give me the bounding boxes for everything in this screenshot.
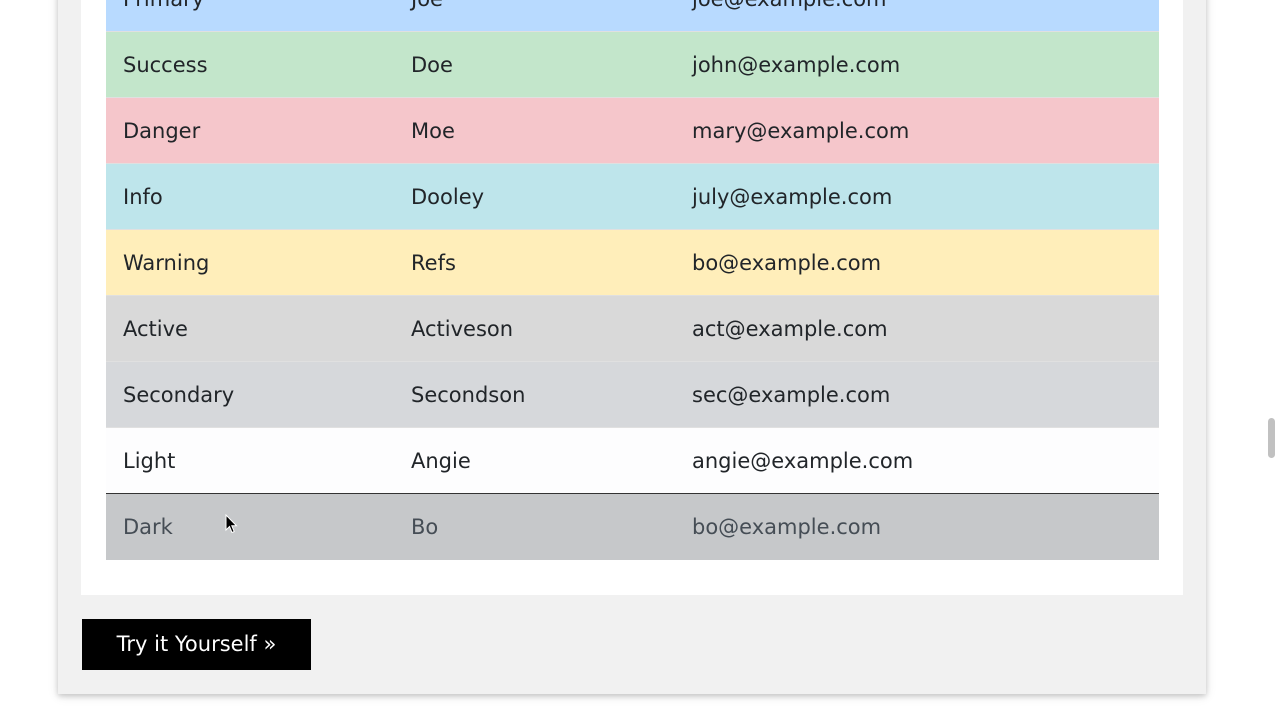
- page: PrimaryJoejoe@example.comSuccessDoejohn@…: [0, 0, 1280, 720]
- table-cell-name: Moe: [394, 97, 675, 164]
- table-row-success: Success Doe john@example.com: [106, 31, 1159, 98]
- table-cell-class: Light: [106, 427, 394, 494]
- table-cell-name: Bo: [411, 515, 439, 539]
- table-cell-email: joe@example.com: [675, 0, 1159, 32]
- table-row-danger: Danger Moe mary@example.com: [106, 97, 1159, 164]
- mouse-pointer-icon: [225, 514, 238, 534]
- table-cell-email: mary@example.com: [675, 97, 1159, 164]
- table-wrapper: PrimaryJoejoe@example.comSuccessDoejohn@…: [106, 0, 1159, 560]
- table-cell-name: Refs: [394, 229, 675, 296]
- table-cell-name: Doe: [394, 31, 675, 98]
- table-cell-class: Active: [106, 295, 394, 362]
- table-row-active: Active Activeson act@example.com: [106, 295, 1159, 362]
- try-it-yourself-button[interactable]: Try it Yourself »: [82, 619, 311, 670]
- table-cell-email: angie@example.com: [675, 427, 1159, 494]
- table-cell-class: Danger: [106, 97, 394, 164]
- table-cell-email: act@example.com: [675, 295, 1159, 362]
- table-body: PrimaryJoejoe@example.comSuccessDoejohn@…: [106, 0, 1159, 560]
- table-cell-email: bo@example.com: [692, 515, 882, 539]
- table-card: PrimaryJoejoe@example.comSuccessDoejohn@…: [81, 0, 1183, 595]
- table-cell-class: Secondary: [106, 361, 394, 428]
- table-row-info: Info Dooley july@example.com: [106, 163, 1159, 230]
- vertical-scrollbar[interactable]: [1264, 0, 1280, 720]
- table-cell-name: Dooley: [394, 163, 675, 230]
- table-row-warning: Warning Refs bo@example.com: [106, 229, 1159, 296]
- table-cell-class: Success: [106, 31, 394, 98]
- table-cell-class: Dark: [123, 515, 173, 539]
- table-row-light: Light Angie angie@example.com: [106, 427, 1159, 494]
- table-cell-class: Info: [106, 163, 394, 230]
- table-row-dark: Dark Bo bo@example.com: [106, 493, 1159, 560]
- table-cell-email: john@example.com: [675, 31, 1159, 98]
- table-row-secondary: Secondary Secondson sec@example.com: [106, 361, 1159, 428]
- table-cell-class: Warning: [106, 229, 394, 296]
- table-cell-name: Secondson: [394, 361, 675, 428]
- table-cell-email: july@example.com: [675, 163, 1159, 230]
- table-cell-email: bo@example.com: [675, 229, 1159, 296]
- table-cell-name: Angie: [394, 427, 675, 494]
- table-cell-email: sec@example.com: [675, 361, 1159, 428]
- table-cell-class: Primary: [106, 0, 394, 32]
- contextual-table: PrimaryJoejoe@example.comSuccessDoejohn@…: [106, 0, 1159, 560]
- table-row-primary: PrimaryJoejoe@example.com: [106, 0, 1159, 32]
- scrollbar-thumb[interactable]: [1268, 418, 1275, 458]
- table-cell-name: Joe: [394, 0, 675, 32]
- table-cell-name: Activeson: [394, 295, 675, 362]
- example-panel: PrimaryJoejoe@example.comSuccessDoejohn@…: [58, 0, 1206, 694]
